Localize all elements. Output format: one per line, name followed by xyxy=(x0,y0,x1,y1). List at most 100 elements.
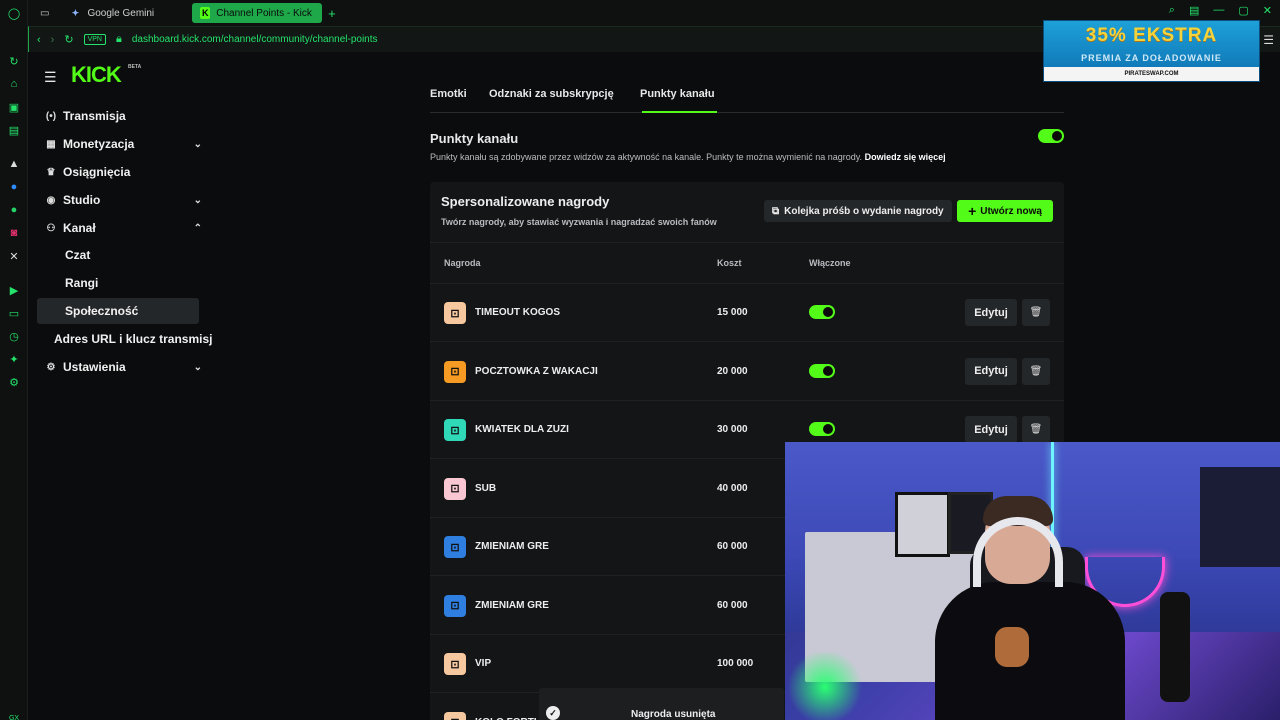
reload-icon[interactable]: ↻ xyxy=(64,33,73,46)
tab-workspaces[interactable]: ▭ xyxy=(32,3,57,23)
maximize-button[interactable]: ▢ xyxy=(1238,4,1248,17)
reward-icon: ⊡ xyxy=(444,302,466,324)
reward-enabled-toggle[interactable] xyxy=(809,422,835,436)
messenger-icon[interactable]: ● xyxy=(7,180,21,194)
tab-odznaki[interactable]: Odznaki za subskrypcję xyxy=(489,88,614,100)
page-tabs: Emotki Odznaki za subskrypcję Punkty kan… xyxy=(430,85,1064,113)
section-desc-text: Punkty kanału są zdobywane przez widzów … xyxy=(430,152,863,162)
player-icon[interactable]: ▶ xyxy=(7,283,21,297)
aria-icon[interactable]: ▲ xyxy=(7,157,21,171)
learn-more-link[interactable]: Dowiedz się więcej xyxy=(865,152,946,162)
menu-icon[interactable]: ☰ xyxy=(1263,33,1274,47)
window-controls: ⌕ ▤ — ▢ ✕ xyxy=(1169,4,1272,17)
create-reward-button[interactable]: + Utwórz nową xyxy=(957,200,1053,222)
sidebar-item-studio[interactable]: ◉ Studio ⌄ xyxy=(37,187,202,213)
reward-icon: ⊡ xyxy=(444,360,466,383)
tab-punkty-kanalu[interactable]: Punkty kanału xyxy=(640,88,715,100)
screen: ◯ ↻ ⌂ ▣ ▤ ▲ ● ● ◙ ✕ ▶ ▭ ◷ ✦ ⚙ GX ▭ ✦ Goo… xyxy=(0,0,1280,720)
tab-google-gemini[interactable]: ✦ Google Gemini xyxy=(61,3,162,23)
reward-name: VIP xyxy=(475,658,492,669)
sidebar-item-label: Osiągnięcia xyxy=(63,165,131,179)
speed-dial-icon[interactable]: ↻ xyxy=(7,54,21,68)
forward-icon[interactable]: › xyxy=(51,34,55,46)
history-icon[interactable]: ◷ xyxy=(7,329,21,343)
extensions-icon[interactable]: ✦ xyxy=(7,352,21,366)
instagram-icon[interactable]: ◙ xyxy=(7,226,21,240)
channel-points-toggle[interactable] xyxy=(1038,129,1064,143)
webcam-overlay xyxy=(785,442,1280,720)
tab-channel-points[interactable]: K Channel Points - Kick Das xyxy=(192,3,323,23)
settings-icon[interactable]: ⚙ xyxy=(7,375,21,389)
cam-shirt xyxy=(935,582,1125,720)
sidebar-item-czat[interactable]: Czat xyxy=(37,242,199,268)
search-icon[interactable]: ⌕ xyxy=(1169,4,1175,17)
sidebar-item-label: Transmisja xyxy=(63,109,126,123)
sidebar-item-label: Studio xyxy=(63,193,101,207)
reward-cost: 60 000 xyxy=(717,541,748,552)
reward-name: TIMEOUT KOGOS xyxy=(475,307,560,318)
edit-button[interactable]: Edytuj xyxy=(965,299,1017,326)
table-header: Nagroda Koszt Włączone xyxy=(430,242,1064,284)
lock-icon: 🔒︎ xyxy=(115,33,122,45)
kick-logo[interactable]: KICK xyxy=(71,62,122,88)
sidebar-item-stream-url[interactable]: Adres URL i klucz transmisji xyxy=(37,326,212,352)
gemini-icon: ✦ xyxy=(71,7,80,18)
sidebar-item-ustawienia[interactable]: ⚙ Ustawienia ⌄ xyxy=(37,354,202,380)
kick-favicon-icon: K xyxy=(200,7,211,19)
sidebar-item-transmisja[interactable]: (•) Transmisja xyxy=(37,103,199,129)
sidebar-item-label: Ustawienia xyxy=(63,360,126,374)
section-description: Punkty kanału są zdobywane przez widzów … xyxy=(430,152,946,162)
table-row: ⊡ TIMEOUT KOGOS 15 000 Edytuj 🗑︎ xyxy=(430,284,1064,342)
snapshot-icon[interactable]: ▤ xyxy=(1189,4,1199,17)
opera-gx-logo-icon[interactable]: ◯ xyxy=(7,6,21,20)
reward-enabled-toggle[interactable] xyxy=(809,305,835,319)
reward-icon: ⊡ xyxy=(444,477,466,500)
reward-cost: 20 000 xyxy=(717,365,748,377)
trash-icon[interactable]: 🗑︎ xyxy=(1022,357,1050,385)
sidebar-nav: ☰ KICK BETA (•) Transmisja ▦ Monetyzacja… xyxy=(28,52,223,720)
redemption-queue-button[interactable]: ⧉ Kolejka próśb o wydanie nagrody xyxy=(764,200,952,222)
cam-streamer xyxy=(935,496,1135,720)
new-tab-button[interactable]: + xyxy=(328,6,336,21)
tab-emotki[interactable]: Emotki xyxy=(430,88,467,100)
trash-icon[interactable]: 🗑︎ xyxy=(1022,299,1050,326)
back-icon[interactable]: ‹ xyxy=(37,34,41,46)
trash-icon[interactable]: 🗑︎ xyxy=(1022,416,1050,443)
workspaces-icon: ▭ xyxy=(40,7,50,19)
vpn-badge[interactable]: VPN xyxy=(83,34,106,45)
sidebar-item-rangi[interactable]: Rangi xyxy=(37,270,199,296)
wallet-icon[interactable]: ▭ xyxy=(7,306,21,320)
rewards-subtitle: Twórz nagrody, aby stawiać wyzwania i na… xyxy=(441,217,717,227)
edit-button[interactable]: Edytuj xyxy=(965,357,1017,385)
url-field[interactable]: dashboard.kick.com/channel/community/cha… xyxy=(132,34,378,45)
channel-icon: ⚇ xyxy=(46,222,56,234)
reward-enabled-toggle[interactable] xyxy=(809,363,835,378)
ad-banner[interactable]: 35% EKSTRA PREMIA ZA DOŁADOWANIE PIRATES… xyxy=(1043,20,1260,82)
x-icon[interactable]: ✕ xyxy=(7,249,21,263)
reward-name: ZMIENIAM GRE xyxy=(475,599,549,611)
chevron-down-icon: ⌄ xyxy=(193,194,202,206)
close-button[interactable]: ✕ xyxy=(1263,4,1272,17)
whatsapp-icon[interactable]: ● xyxy=(7,203,21,217)
reward-name: POCZTOWKA Z WAKACJI xyxy=(475,365,598,377)
gx-corner-icon[interactable]: ▤ xyxy=(7,123,21,137)
sidebar-item-osiagniecia[interactable]: ♛ Osiągnięcia xyxy=(37,159,199,185)
toast-text: Nagroda usunięta xyxy=(631,709,716,720)
reward-icon: ⊡ xyxy=(444,653,466,675)
sidebar-item-kanal[interactable]: ⚇ Kanał ⌃ xyxy=(37,215,202,241)
external-link-icon: ⧉ xyxy=(772,205,780,217)
sidebar-item-monetyzacja[interactable]: ▦ Monetyzacja ⌄ xyxy=(37,131,202,157)
edit-button[interactable]: Edytuj xyxy=(965,416,1017,443)
cam-clothes-rack xyxy=(1200,467,1280,567)
minimize-button[interactable]: — xyxy=(1213,4,1224,17)
bag-icon[interactable]: ⌂ xyxy=(7,77,21,91)
sidebar-item-label: Kanał xyxy=(63,221,96,235)
monetization-icon: ▦ xyxy=(46,138,56,150)
check-icon: ✓ xyxy=(546,706,560,720)
sidebar-item-spolecznosc[interactable]: Społeczność xyxy=(37,298,199,324)
hamburger-icon[interactable]: ☰ xyxy=(44,69,57,86)
cam-green-glow xyxy=(785,652,865,720)
beta-badge: BETA xyxy=(128,64,142,70)
reward-icon: ⊡ xyxy=(444,536,466,558)
twitch-icon[interactable]: ▣ xyxy=(7,100,21,114)
